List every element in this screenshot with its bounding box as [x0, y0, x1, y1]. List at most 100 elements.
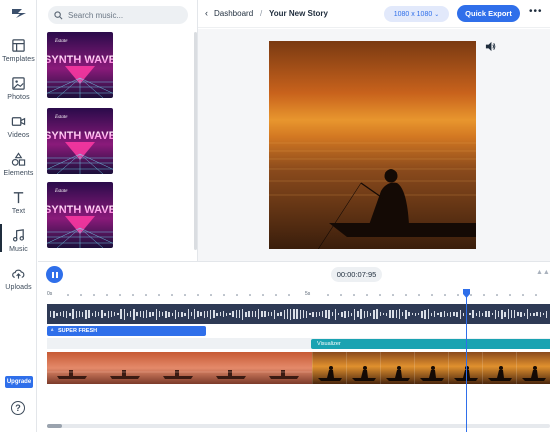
panel-scrollbar[interactable] — [194, 32, 197, 250]
waveform-bar — [507, 309, 509, 319]
waveform-bar — [59, 312, 61, 316]
canvas-size-dropdown[interactable]: 1080 x 1080 ⌄ — [384, 6, 449, 22]
ruler-tick — [431, 294, 433, 296]
zoom-icon[interactable]: ▲▲ — [536, 269, 550, 276]
waveform-bar — [453, 312, 455, 316]
sidebar-item-videos[interactable]: Videos — [0, 112, 37, 150]
text-clip-label: SUPER FRESH — [58, 328, 98, 334]
ruler-tick — [119, 294, 121, 296]
waveform-bar — [181, 311, 183, 317]
ruler-tick — [158, 294, 160, 296]
sidebar-item-label: Templates — [2, 56, 35, 63]
ruler-tick — [197, 294, 199, 296]
ruler-tick — [509, 294, 511, 296]
search-bar[interactable] — [48, 6, 188, 24]
sidebar-item-photos[interactable]: Photos — [0, 74, 37, 112]
waveform-bar — [133, 308, 135, 320]
waveform-bar — [344, 310, 346, 318]
search-input[interactable] — [68, 10, 178, 20]
ruler-tick — [496, 294, 498, 296]
ruler-tick — [275, 294, 277, 296]
waveform-bar — [418, 313, 420, 315]
waveform-bar — [56, 312, 58, 316]
sidebar-item-music[interactable]: Music — [0, 224, 37, 264]
elements-icon — [11, 152, 26, 166]
more-options-icon[interactable]: ••• — [529, 6, 543, 17]
help-icon[interactable]: ? — [11, 401, 25, 415]
waveform-bar — [101, 310, 103, 318]
sidebar-item-label: Text — [11, 208, 26, 215]
story-canvas[interactable] — [269, 41, 476, 249]
waveform-bar — [472, 310, 474, 318]
waveform-bar — [197, 311, 199, 317]
waveform-bar — [459, 309, 461, 319]
waveform-bar — [491, 313, 493, 315]
waveform-bar — [379, 312, 381, 316]
text-clip[interactable]: ᴬ SUPER FRESH — [47, 326, 206, 336]
waveform-bar — [142, 310, 145, 318]
waveform-bar — [149, 311, 151, 317]
waveform-bar — [72, 309, 74, 319]
video-track[interactable] — [47, 352, 550, 384]
waveform-bar — [168, 311, 170, 317]
waveform-bar — [261, 311, 263, 317]
quick-export-button[interactable]: Quick Export — [457, 5, 520, 22]
sidebar-item-text[interactable]: Text — [0, 188, 37, 226]
waveform-bar — [296, 309, 298, 319]
audio-waveform-track[interactable] — [47, 304, 550, 324]
waveform-bar — [94, 311, 97, 317]
waveform-bar — [389, 310, 391, 318]
waveform-bar — [395, 310, 397, 318]
waveform-bar — [139, 311, 141, 317]
synthwave-album-art: SYNTH WAVE Estate — [47, 32, 113, 98]
search-icon — [54, 10, 63, 19]
ruler-tick — [106, 294, 108, 296]
ruler-tick — [262, 294, 264, 296]
waveform-bar — [117, 313, 119, 315]
waveform-bar — [91, 312, 93, 316]
volume-icon[interactable] — [485, 41, 496, 52]
music-track-thumbnail[interactable]: SYNTH WAVE Estate — [47, 32, 113, 98]
editor-app: Templates Photos Videos Elements Text Mu… — [0, 0, 550, 432]
page-title[interactable]: Your New Story — [269, 9, 328, 18]
waveform-bar — [322, 311, 324, 317]
music-track-thumbnail[interactable]: SYNTH WAVE Estate — [47, 108, 113, 174]
timeline-ruler[interactable]: 0s 5s — [47, 288, 550, 300]
scrollbar-thumb[interactable] — [47, 424, 62, 428]
upgrade-button[interactable]: Upgrade — [5, 376, 33, 388]
logo-icon[interactable] — [10, 6, 28, 20]
waveform-bar — [146, 310, 148, 318]
visualizer-clip[interactable]: Visualizer — [311, 339, 550, 349]
waveform-bar — [450, 311, 452, 317]
chevron-left-icon[interactable]: ‹ — [205, 8, 208, 18]
timeline-scrollbar[interactable] — [47, 424, 550, 428]
sidebar-item-templates[interactable]: Templates — [0, 36, 37, 74]
waveform-bar — [498, 311, 500, 317]
playhead[interactable] — [466, 291, 467, 432]
waveform-bar — [136, 312, 138, 316]
waveform-bar — [485, 311, 487, 317]
music-track-thumbnail[interactable]: SYNTH WAVE Estate — [47, 182, 113, 248]
waveform-bar — [488, 311, 490, 317]
chevron-down-icon: ⌄ — [434, 11, 440, 18]
timeline: 00:00:07:95 ▲▲ 0s 5s ᴬ SUPER FRESH Visua… — [38, 261, 550, 432]
ruler-tick — [418, 294, 420, 296]
waveform-bar — [357, 311, 359, 317]
waveform-bar — [354, 308, 356, 320]
video-clip-fisherman[interactable] — [312, 352, 550, 384]
waveform-bar — [370, 312, 372, 316]
pause-button[interactable] — [46, 266, 63, 283]
ruler-tick — [145, 294, 147, 296]
sidebar-item-uploads[interactable]: Uploads — [0, 264, 37, 302]
video-clip-sunset[interactable] — [47, 352, 312, 384]
waveform-bar — [152, 312, 154, 316]
waveform-bar — [251, 311, 253, 317]
breadcrumb-dashboard[interactable]: Dashboard — [214, 9, 253, 18]
waveform-bar — [494, 309, 497, 319]
text-clip-icon: ᴬ — [51, 328, 54, 334]
sidebar-item-elements[interactable]: Elements — [0, 150, 37, 188]
waveform-bar — [440, 311, 442, 317]
ruler-tick — [470, 294, 472, 296]
waveform-bar — [104, 312, 106, 316]
waveform-bar — [306, 310, 308, 318]
